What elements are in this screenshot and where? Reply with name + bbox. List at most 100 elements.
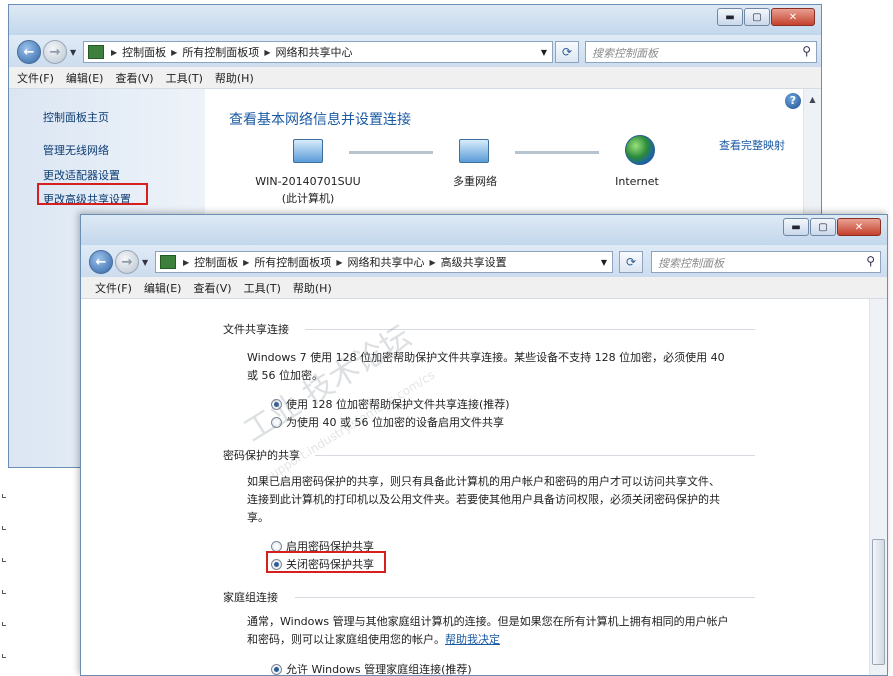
breadcrumb-item[interactable]: 所有控制面板项 [254, 254, 331, 270]
network-node-network[interactable]: 多重网络 [425, 173, 525, 190]
globe-icon [625, 135, 655, 165]
sidebar-item-manage-wireless[interactable]: 管理无线网络 [43, 142, 109, 158]
sidebar-item-control-panel-home[interactable]: 控制面板主页 [43, 109, 109, 125]
chevron-right-icon[interactable]: ▶ [243, 258, 249, 267]
address-bar[interactable]: ▶ 控制面板 ▶ 所有控制面板项 ▶ 网络和共享中心 ▶ 高级共享设置 ▼ [155, 251, 613, 273]
breadcrumb-item[interactable]: 网络和共享中心 [347, 254, 424, 270]
description-line: 如果已启用密码保护的共享，则只有具备此计算机的用户帐户和密码的用户才可以访问共享… [247, 475, 720, 488]
section-divider [295, 597, 755, 598]
chevron-down-icon[interactable]: ▼ [601, 258, 607, 267]
back-button[interactable]: ← [17, 40, 41, 64]
margin-mark [2, 558, 6, 562]
computer-icon [293, 139, 323, 163]
breadcrumb-item[interactable]: 网络和共享中心 [275, 44, 352, 60]
main-content: 文件共享连接 Windows 7 使用 128 位加密帮助保护文件共享连接。某些… [81, 299, 869, 675]
menu-help[interactable]: 帮助(H) [215, 70, 254, 86]
description-text: 和密码，则可以让家庭组使用您的帐户。 [247, 633, 445, 646]
control-panel-icon [160, 255, 176, 269]
maximize-button[interactable]: ▢ [744, 8, 770, 26]
description-line: 和密码，则可以让家庭组使用您的帐户。帮助我决定 [247, 631, 729, 649]
breadcrumb-item[interactable]: 所有控制面板项 [182, 44, 259, 60]
title-bar: ▬ ▢ ✕ [9, 5, 821, 35]
refresh-button[interactable]: ⟳ [619, 251, 643, 273]
scroll-up-icon[interactable]: ▲ [804, 95, 821, 104]
margin-mark [2, 654, 6, 658]
section-title: 家庭组连接 [223, 591, 278, 604]
description-line: 通常，Windows 管理与其他家庭组计算机的连接。但是如果您在所有计算机上拥有… [247, 615, 729, 628]
margin-mark [2, 622, 6, 626]
menu-edit[interactable]: 编辑(E) [66, 70, 104, 86]
menu-help[interactable]: 帮助(H) [293, 280, 332, 296]
help-me-decide-link[interactable]: 帮助我决定 [445, 633, 500, 646]
search-placeholder: 搜索控制面板 [658, 257, 724, 270]
search-icon[interactable]: ⚲ [802, 44, 811, 58]
forward-button[interactable]: → [43, 40, 67, 64]
forward-button[interactable]: → [115, 250, 139, 274]
search-input[interactable]: 搜索控制面板 ⚲ [651, 251, 881, 273]
breadcrumb-item[interactable]: 控制面板 [122, 44, 166, 60]
menu-view[interactable]: 查看(V) [115, 70, 153, 86]
minimize-button[interactable]: ▬ [717, 8, 743, 26]
back-button[interactable]: ← [89, 250, 113, 274]
connection-line [349, 151, 433, 154]
node-sublabel: (此计算机) [281, 192, 335, 205]
chevron-right-icon[interactable]: ▶ [336, 258, 342, 267]
menu-file[interactable]: 文件(F) [17, 70, 54, 86]
chevron-down-icon[interactable]: ▼ [541, 48, 547, 57]
radio-label[interactable]: 允许 Windows 管理家庭组连接(推荐) [286, 661, 472, 675]
address-bar[interactable]: ▶ 控制面板 ▶ 所有控制面板项 ▶ 网络和共享中心 ▼ [83, 41, 553, 63]
search-input[interactable]: 搜索控制面板 ⚲ [585, 41, 817, 63]
sidebar-item-change-adapter[interactable]: 更改适配器设置 [43, 167, 120, 183]
close-button[interactable]: ✕ [771, 8, 815, 26]
chevron-right-icon[interactable]: ▶ [429, 258, 435, 267]
network-icon [459, 139, 489, 163]
search-icon[interactable]: ⚲ [866, 254, 875, 268]
margin-mark [2, 590, 6, 594]
radio-windows-manage-homegroup[interactable] [271, 664, 282, 675]
connection-line [515, 151, 599, 154]
breadcrumb-item[interactable]: 高级共享设置 [441, 254, 507, 270]
node-label: WIN-20140701SUU [255, 175, 361, 188]
menu-tools[interactable]: 工具(T) [166, 70, 203, 86]
control-panel-icon [88, 45, 104, 59]
maximize-button[interactable]: ▢ [810, 218, 836, 236]
section-description: 如果已启用密码保护的共享，则只有具备此计算机的用户帐户和密码的用户才可以访问共享… [247, 473, 720, 527]
highlight-box [37, 183, 148, 205]
search-placeholder: 搜索控制面板 [592, 47, 658, 60]
margin-mark [2, 494, 6, 498]
close-button[interactable]: ✕ [837, 218, 881, 236]
network-node-computer[interactable]: WIN-20140701SUU (此计算机) [243, 173, 373, 207]
refresh-button[interactable]: ⟳ [555, 41, 579, 63]
description-line: 享。 [247, 511, 269, 524]
menu-bar: 文件(F) 编辑(E) 查看(V) 工具(T) 帮助(H) [9, 67, 821, 89]
description-line: 连接到此计算机的打印机以及公用文件夹。若要使其他用户具备访问权限，必须关闭密码保… [247, 493, 720, 506]
radio-label[interactable]: 为使用 40 或 56 位加密的设备启用文件共享 [286, 414, 504, 430]
menu-view[interactable]: 查看(V) [193, 280, 231, 296]
network-node-internet[interactable]: Internet [587, 173, 687, 190]
minimize-button[interactable]: ▬ [783, 218, 809, 236]
chevron-right-icon[interactable]: ▶ [264, 48, 270, 57]
menu-file[interactable]: 文件(F) [95, 280, 132, 296]
vertical-scrollbar[interactable] [869, 299, 887, 675]
breadcrumb-item[interactable]: 控制面板 [194, 254, 238, 270]
address-row: ← → ▼ ▶ 控制面板 ▶ 所有控制面板项 ▶ 网络和共享中心 ▶ 高级共享设… [81, 245, 887, 277]
scroll-thumb[interactable] [872, 539, 885, 665]
chevron-right-icon[interactable]: ▶ [111, 48, 117, 57]
section-title: 文件共享连接 [223, 323, 289, 336]
margin-mark [2, 526, 6, 530]
menu-edit[interactable]: 编辑(E) [144, 280, 182, 296]
page-title: 查看基本网络信息并设置连接 [229, 112, 411, 128]
menu-tools[interactable]: 工具(T) [244, 280, 281, 296]
address-row: ← → ▼ ▶ 控制面板 ▶ 所有控制面板项 ▶ 网络和共享中心 ▼ ⟳ 搜索控… [9, 35, 821, 67]
recent-pages-icon[interactable]: ▼ [142, 258, 148, 267]
title-bar: ▬ ▢ ✕ [81, 215, 887, 245]
help-icon[interactable]: ? [785, 93, 801, 109]
highlight-box [266, 551, 386, 573]
chevron-right-icon[interactable]: ▶ [183, 258, 189, 267]
menu-bar: 文件(F) 编辑(E) 查看(V) 工具(T) 帮助(H) [81, 277, 887, 299]
recent-pages-icon[interactable]: ▼ [70, 48, 76, 57]
advanced-sharing-window: ▬ ▢ ✕ ← → ▼ ▶ 控制面板 ▶ 所有控制面板项 ▶ 网络和共享中心 ▶… [80, 214, 888, 676]
section-divider [315, 455, 755, 456]
chevron-right-icon[interactable]: ▶ [171, 48, 177, 57]
view-full-map-link[interactable]: 查看完整映射 [719, 137, 785, 153]
